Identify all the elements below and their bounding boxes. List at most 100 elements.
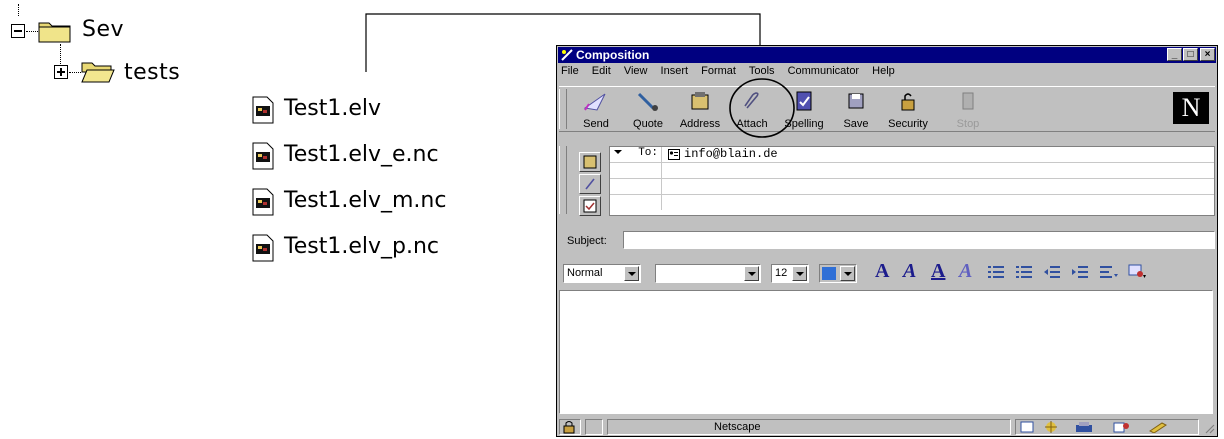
newsgroups-icon[interactable]	[1074, 421, 1096, 433]
program-file-icon	[252, 188, 274, 216]
send-button[interactable]: Send	[571, 90, 621, 130]
stop-button[interactable]: Stop	[943, 90, 993, 130]
mailbox-icon[interactable]	[1042, 420, 1060, 434]
stop-icon	[962, 92, 974, 110]
file-name: Test1.elv	[284, 96, 381, 121]
navigator-icon[interactable]	[1020, 421, 1034, 433]
subject-input[interactable]	[623, 231, 1215, 249]
quote-icon	[637, 92, 658, 111]
status-bar: Netscape	[559, 418, 1215, 436]
address-grip[interactable]	[559, 146, 567, 214]
minimize-button[interactable]: _	[1167, 48, 1182, 61]
status-text: Netscape	[714, 421, 761, 433]
security-button[interactable]: Security	[883, 90, 933, 130]
file-name: Test1.elv_m.nc	[284, 188, 447, 213]
checklist-icon	[583, 199, 597, 213]
formatting-toolbar: Normal 12 A A A A	[559, 260, 1215, 286]
insert-object-icon[interactable]	[1127, 263, 1147, 281]
paperclip-icon	[585, 178, 595, 190]
contact-card-icon	[668, 149, 680, 160]
menu-help[interactable]: Help	[872, 65, 895, 77]
menu-file[interactable]: File	[561, 65, 579, 77]
subject-label-text: Subject:	[567, 235, 607, 247]
paragraph-style-select[interactable]: Normal	[563, 264, 641, 283]
address-tab-button[interactable]	[579, 152, 601, 172]
indent-icon[interactable]	[1071, 264, 1089, 280]
menu-edit[interactable]: Edit	[592, 65, 611, 77]
font-size-select[interactable]: 12	[771, 264, 809, 283]
message-body-editor[interactable]	[559, 290, 1213, 414]
attach-highlight-circle	[729, 78, 795, 138]
tree-connector	[26, 31, 38, 32]
toolbar-grip[interactable]	[559, 89, 567, 129]
padlock-icon	[901, 93, 915, 111]
color-swatch	[822, 267, 836, 280]
italic-icon[interactable]: A	[903, 260, 916, 283]
expand-toggle-tests[interactable]	[54, 65, 68, 79]
security-label: Security	[888, 118, 928, 130]
recipient-row[interactable]	[610, 163, 1214, 179]
address-card-icon	[583, 155, 597, 169]
attachments-tab-button[interactable]	[579, 174, 601, 194]
recipient-row[interactable]	[610, 179, 1214, 195]
to-label: To:	[638, 147, 658, 159]
open-folder-icon	[81, 62, 115, 83]
underline-icon[interactable]: A	[931, 260, 945, 283]
recipient-grid: To: info@blain.de	[609, 146, 1215, 216]
remove-style-icon[interactable]: A	[959, 260, 972, 283]
component-bar	[1015, 419, 1199, 435]
save-icon	[848, 93, 864, 109]
menu-communicator[interactable]: Communicator	[788, 65, 860, 77]
recipient-row[interactable]	[610, 195, 1214, 210]
save-label: Save	[843, 118, 869, 130]
font-size-value: 12	[775, 267, 788, 279]
file-name: Test1.elv_p.nc	[284, 234, 439, 259]
program-file-icon	[252, 142, 274, 170]
outdent-icon[interactable]	[1043, 264, 1061, 280]
maximize-button[interactable]: □	[1183, 48, 1198, 61]
dropdown-arrow-icon	[624, 266, 639, 281]
composer-icon[interactable]	[1148, 421, 1170, 433]
recipient-row[interactable]: To: info@blain.de	[610, 147, 1214, 163]
address-label: Address	[679, 118, 721, 130]
program-file-icon	[252, 96, 274, 124]
padlock-icon	[563, 421, 575, 434]
menu-view[interactable]: View	[624, 65, 648, 77]
quote-button[interactable]: Quote	[623, 90, 673, 130]
text-color-select[interactable]	[819, 264, 857, 283]
options-tab-button[interactable]	[579, 196, 601, 216]
address-type-select[interactable]: To:	[610, 147, 662, 162]
title-bar: Composition _ □ ×	[558, 47, 1216, 63]
address-area: To: info@blain.de	[559, 144, 1215, 220]
recipient-address[interactable]: info@blain.de	[684, 147, 778, 161]
tree-item-tests[interactable]: tests	[124, 60, 180, 85]
dropdown-arrow-icon	[744, 266, 759, 281]
address-button[interactable]: Address	[675, 90, 725, 130]
alignment-icon[interactable]	[1099, 264, 1119, 280]
send-label: Send	[583, 118, 609, 130]
address-book-icon	[691, 92, 709, 110]
tree-connector	[18, 4, 19, 16]
dropdown-arrow-icon	[792, 266, 807, 281]
resize-grip-icon[interactable]	[1203, 422, 1215, 434]
font-select[interactable]	[655, 264, 761, 283]
quote-label: Quote	[633, 118, 663, 130]
collapse-toggle-sev[interactable]	[11, 24, 25, 38]
increase-font-icon[interactable]: A	[875, 260, 889, 283]
security-status[interactable]	[559, 419, 581, 435]
netscape-logo: N	[1173, 92, 1209, 124]
composition-window: Composition _ □ × File Edit View Insert …	[556, 45, 1218, 437]
numbered-list-icon[interactable]	[1015, 264, 1033, 280]
close-button[interactable]: ×	[1200, 48, 1215, 61]
address-type-cell	[610, 179, 662, 194]
save-button[interactable]: Save	[831, 90, 881, 130]
menu-insert[interactable]: Insert	[661, 65, 689, 77]
stop-label: Stop	[956, 118, 980, 130]
bullet-list-icon[interactable]	[987, 264, 1005, 280]
paragraph-style-value: Normal	[567, 267, 603, 279]
tree-item-sev[interactable]: Sev	[82, 17, 124, 42]
window-title: Composition	[576, 48, 650, 62]
tree-connector	[69, 72, 81, 73]
address-type-cell	[610, 195, 662, 210]
address-book-icon[interactable]	[1112, 421, 1132, 433]
